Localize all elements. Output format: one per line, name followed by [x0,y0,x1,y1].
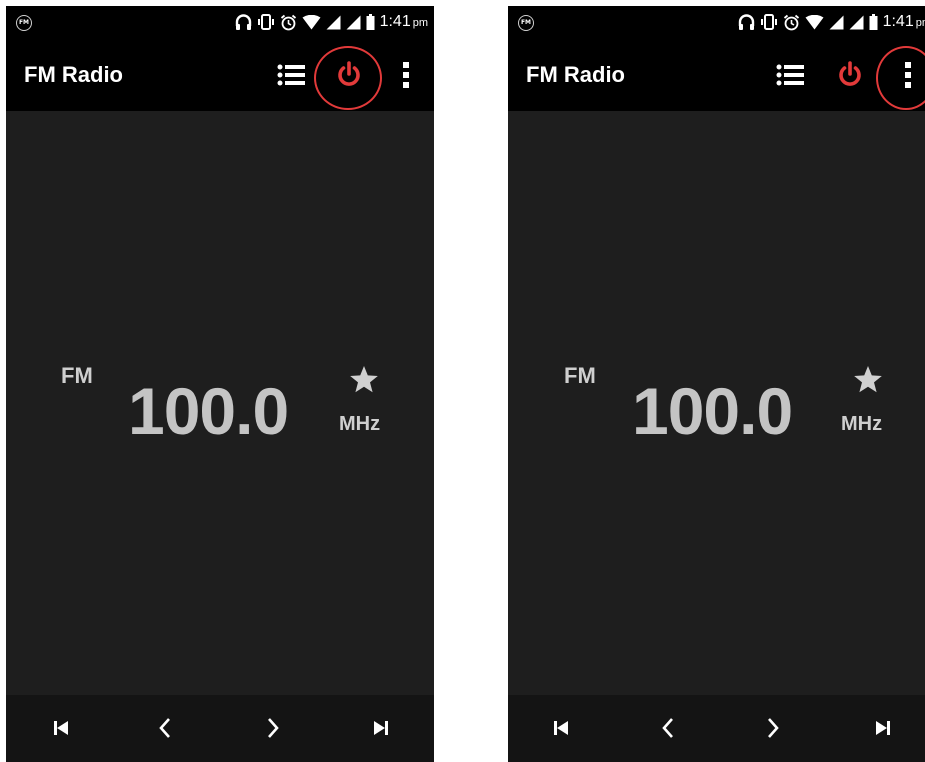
fm-notification-icon: FM [518,15,534,31]
headphones-icon [235,14,251,30]
band-label: FM [61,363,93,388]
status-bar: FM 1:41pm [508,6,925,39]
skip-previous-icon [54,721,68,735]
tuner-display: FM 100.0 MHz [6,111,434,695]
star-icon [854,366,882,393]
phone-screen-2: FM 1:41pm FM Radio FM 100.0 MHz [508,6,925,762]
signal-icon [849,15,864,29]
app-title: FM Radio [526,62,625,87]
skip-next-icon [374,721,388,735]
more-options-button[interactable] [888,55,925,95]
app-bar: FM Radio [508,39,925,111]
status-icons: 1:41pm [738,11,925,33]
clock-ampm: pm [412,17,428,29]
power-button[interactable] [830,55,870,95]
tune-down-button[interactable] [145,708,185,748]
more-options-button[interactable] [386,55,426,95]
skip-next-icon [876,721,890,735]
app-bar: FM Radio [6,39,434,111]
signal-icon [326,15,341,29]
station-list-button[interactable] [271,55,311,95]
band-label: FM [564,363,596,388]
frequency-unit: MHz [339,413,381,435]
more-vert-icon [905,62,911,88]
skip-previous-icon [554,721,568,735]
chevron-right-icon [768,718,779,738]
previous-station-button[interactable] [541,708,581,748]
wifi-icon [302,14,321,29]
list-icon [776,64,804,86]
power-button[interactable] [329,55,369,95]
signal-icon [829,15,844,29]
favorite-button[interactable] [347,363,381,397]
battery-icon [366,14,375,30]
previous-station-button[interactable] [41,708,81,748]
status-icons: 1:41pm [235,11,428,33]
star-icon [350,366,378,393]
chevron-left-icon [159,718,170,738]
power-icon [338,61,360,86]
more-vert-icon [403,62,409,88]
phone-screen-1: FM 1:41 pm FM Radio FM 100.0 MHz [6,6,434,762]
tune-up-button[interactable] [753,708,793,748]
bottom-controls [508,695,925,762]
app-title: FM Radio [24,62,123,87]
chevron-left-icon [662,718,673,738]
chevron-right-icon [268,718,279,738]
status-clock: 1:41pm [883,13,925,31]
clock-ampm: pm [915,17,925,29]
frequency-unit: MHz [841,413,883,435]
tuner-display: FM 100.0 MHz [508,111,925,695]
clock-time: 1:41 [882,13,914,30]
fm-notification-icon: FM [16,15,32,31]
vibrate-icon [760,14,777,30]
clock-time: 1:41 [379,13,411,30]
status-clock: 1:41pm [380,13,428,31]
tune-down-button[interactable] [648,708,688,748]
station-list-button[interactable] [770,55,810,95]
wifi-icon [805,14,824,29]
tune-up-button[interactable] [253,708,293,748]
power-icon [839,61,861,86]
bottom-controls [6,695,434,762]
next-station-button[interactable] [863,708,903,748]
frequency-value: 100.0 [128,374,289,448]
signal-icon [346,15,361,29]
battery-icon [869,14,878,30]
favorite-button[interactable] [851,363,885,397]
frequency-value: 100.0 [632,374,793,448]
next-station-button[interactable] [361,708,401,748]
alarm-icon [783,14,799,30]
status-bar: FM 1:41pm [6,6,434,39]
headphones-icon [738,14,754,30]
alarm-icon [280,14,296,30]
vibrate-icon [257,14,274,30]
list-icon [277,64,305,86]
